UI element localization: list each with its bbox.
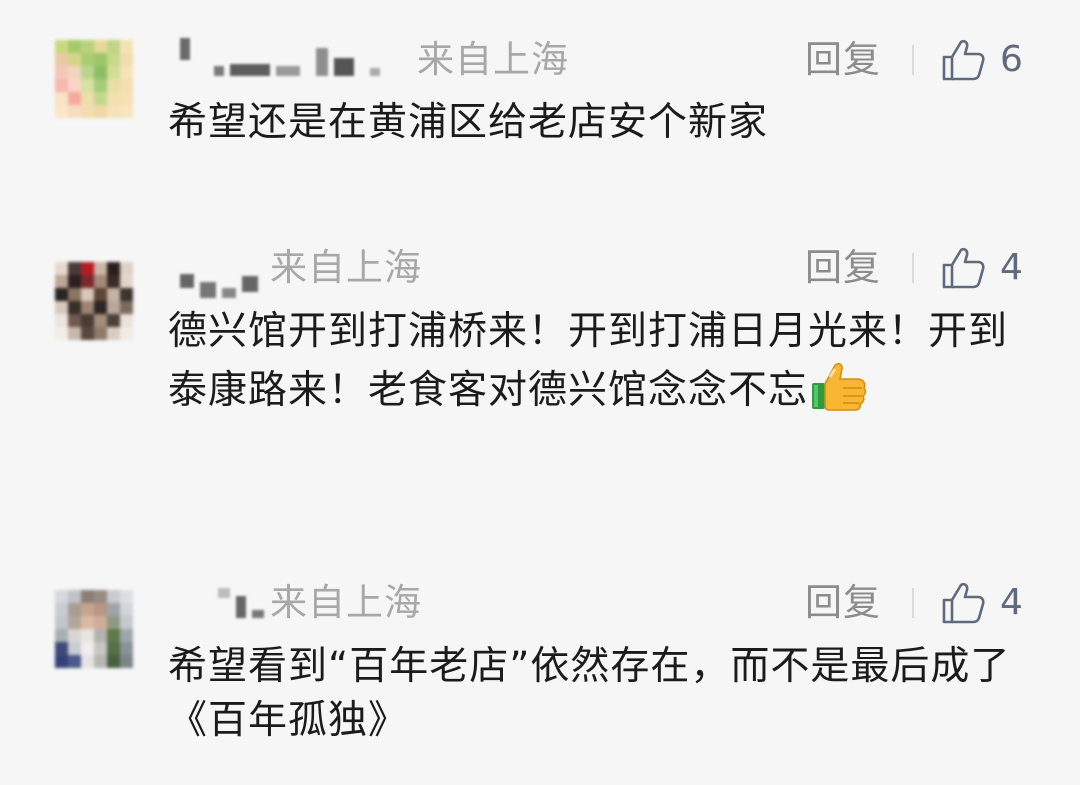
username-blurred[interactable] bbox=[180, 578, 264, 618]
comment-text: 希望看到“百年老店”依然存在，而不是最后成了《百年孤独》 bbox=[168, 640, 1028, 748]
reply-button[interactable]: 回复 bbox=[805, 40, 881, 80]
like-count: 4 bbox=[1000, 582, 1023, 623]
reply-button[interactable]: 回复 bbox=[805, 248, 881, 288]
divider bbox=[912, 45, 914, 75]
location-label: 来自上海 bbox=[270, 246, 422, 289]
like-button[interactable]: 6 bbox=[940, 38, 1030, 82]
username-blurred[interactable] bbox=[180, 258, 258, 298]
comment-text-content: 希望看到“百年老店”依然存在，而不是最后成了《百年孤独》 bbox=[168, 644, 1011, 743]
thumbs-up-icon bbox=[940, 38, 986, 82]
comment-text-content: 德兴馆开到打浦桥来！开到打浦日月光来！开到泰康路来！老食客对德兴馆念念不忘 bbox=[168, 309, 1009, 413]
comment-text: 德兴馆开到打浦桥来！开到打浦日月光来！开到泰康路来！老食客对德兴馆念念不忘 bbox=[168, 305, 1028, 428]
comment-text-content: 希望还是在黄浦区给老店安个新家 bbox=[168, 100, 769, 145]
comment-text: 希望还是在黄浦区给老店安个新家 bbox=[168, 96, 1028, 150]
avatar[interactable] bbox=[55, 262, 133, 340]
like-count: 4 bbox=[1000, 247, 1023, 288]
like-button[interactable]: 4 bbox=[940, 581, 1030, 625]
avatar[interactable] bbox=[55, 40, 133, 118]
divider bbox=[912, 588, 914, 618]
divider bbox=[912, 253, 914, 283]
like-button[interactable]: 4 bbox=[940, 246, 1030, 290]
thumbs-up-emoji-icon bbox=[810, 359, 868, 428]
avatar[interactable] bbox=[55, 590, 133, 668]
location-label: 来自上海 bbox=[270, 581, 422, 624]
username-blurred[interactable] bbox=[180, 36, 380, 76]
like-count: 6 bbox=[1000, 39, 1023, 80]
thumbs-up-icon bbox=[940, 246, 986, 290]
reply-button[interactable]: 回复 bbox=[805, 583, 881, 623]
thumbs-up-icon bbox=[940, 581, 986, 625]
location-label: 来自上海 bbox=[417, 38, 569, 81]
